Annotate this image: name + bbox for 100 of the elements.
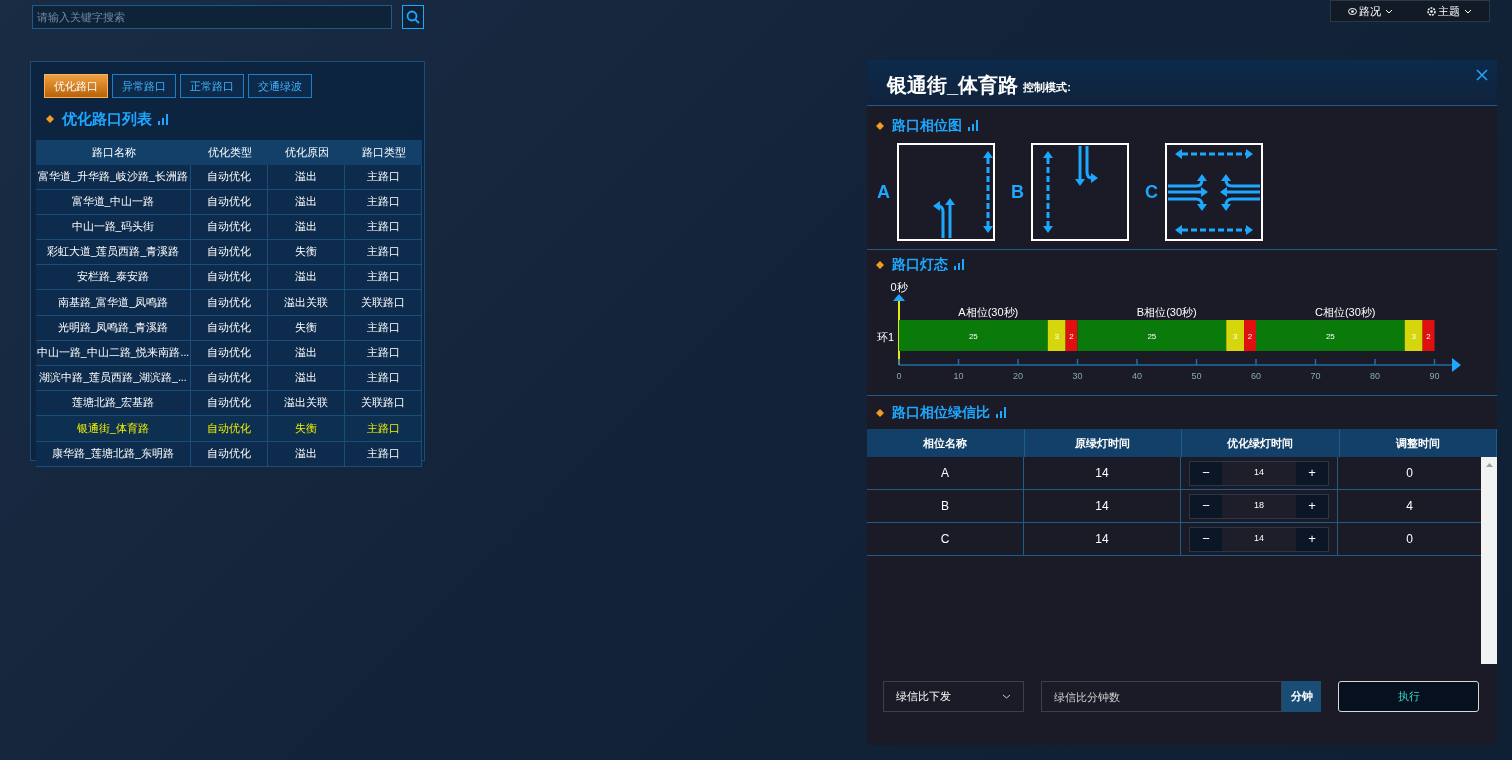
- segment-label: 2: [1069, 332, 1074, 341]
- stepper-value: 14: [1253, 532, 1265, 546]
- table-cell: 主路口: [345, 366, 422, 391]
- table-cell: 自动优化: [191, 290, 268, 315]
- increment-button[interactable]: +: [1296, 527, 1328, 551]
- number-stepper[interactable]: − 14 +: [1189, 460, 1329, 486]
- table-row[interactable]: 富华道_升华路_岐沙路_长洲路 自动优化 溢出 主路口: [36, 164, 422, 190]
- section-title: 优化路口列表: [62, 109, 152, 129]
- table-row[interactable]: 湖滨中路_莲员西路_湖滨路_... 自动优化 溢出 主路口: [36, 366, 422, 392]
- table-cell: 主路口: [345, 164, 422, 189]
- table-cell: 溢出关联: [268, 391, 345, 416]
- table-row[interactable]: 光明路_凤鸣路_青溪路 自动优化 失衡 主路口: [36, 315, 422, 341]
- table-cell: 自动优化: [191, 315, 268, 340]
- column-header: 原绿灯时间: [1024, 429, 1182, 457]
- table-cell: 14: [1024, 490, 1181, 522]
- table-cell: 失衡: [268, 240, 345, 265]
- column-header: 路口类型: [360, 144, 407, 160]
- tab[interactable]: 交通绿波: [248, 74, 312, 98]
- decrement-button[interactable]: −: [1190, 461, 1222, 485]
- table-cell: 溢出: [268, 441, 345, 466]
- segment-label: 25: [968, 332, 978, 341]
- column-header: 优化原因: [283, 144, 330, 160]
- table-row[interactable]: 银通街_体育路 自动优化 失衡 主路口: [36, 416, 422, 442]
- increment-button[interactable]: +: [1296, 461, 1328, 485]
- chart-annotation: B相位(30秒): [1136, 306, 1197, 318]
- tick-label: 80: [1370, 371, 1380, 381]
- table-cell: 主路口: [345, 315, 422, 340]
- tick-label: 60: [1251, 371, 1261, 381]
- table-cell: 安栏路_泰安路: [36, 265, 191, 290]
- table-row[interactable]: 南基路_富华道_凤鸣路 自动优化 溢出关联 关联路口: [36, 290, 422, 316]
- decrement-button[interactable]: −: [1190, 494, 1222, 518]
- scrollbar[interactable]: [1481, 457, 1497, 664]
- table-row[interactable]: 中山一路_码头街 自动优化 溢出 主路口: [36, 214, 422, 241]
- segment-label: 3: [1054, 332, 1059, 341]
- column-header: 路口名称: [90, 144, 137, 160]
- table-row[interactable]: 彩虹大道_莲员西路_青溪路 自动优化 失衡 主路口: [36, 240, 422, 266]
- number-stepper[interactable]: − 18 +: [1189, 493, 1329, 519]
- search-button[interactable]: [402, 5, 424, 29]
- table-cell: 自动优化: [191, 214, 268, 240]
- tab[interactable]: 异常路口: [112, 74, 176, 98]
- table-cell: 关联路口: [345, 391, 422, 416]
- panel-title: 银通街_体育路: [887, 75, 1019, 95]
- tick-label: 0: [896, 371, 902, 381]
- table-cell: 自动优化: [191, 366, 268, 391]
- diamond-icon: [876, 121, 884, 130]
- dropdown-select[interactable]: 绿信比下发: [883, 681, 1024, 712]
- stepper-value: 18: [1253, 499, 1265, 513]
- table-row[interactable]: 康华路_莲塘北路_东明路 自动优化 溢出 主路口: [36, 441, 422, 467]
- decrement-button[interactable]: −: [1190, 527, 1222, 551]
- table-row[interactable]: 安栏路_泰安路 自动优化 溢出 主路口: [36, 265, 422, 291]
- column-header: 优化类型: [206, 144, 253, 160]
- increment-button[interactable]: +: [1296, 494, 1328, 518]
- table-cell: 富华道_中山一路: [36, 189, 191, 214]
- table-cell: 主路口: [345, 441, 422, 466]
- segment-label: 25: [1147, 332, 1157, 341]
- execute-button[interactable]: 执行: [1338, 681, 1479, 712]
- table-cell: 自动优化: [191, 164, 268, 189]
- table-cell: 自动优化: [191, 265, 268, 290]
- table-row[interactable]: 中山一路_中山二路_悦来南路... 自动优化 溢出 主路口: [36, 340, 422, 366]
- menu-dropdown[interactable]: 主题: [1427, 2, 1472, 20]
- table-row[interactable]: 富华道_中山一路 自动优化 溢出 主路口: [36, 189, 422, 215]
- table-cell: 富华道_升华路_岐沙路_长洲路: [36, 164, 191, 189]
- number-stepper[interactable]: − 14 +: [1189, 526, 1329, 552]
- table-cell: 光明路_凤鸣路_青溪路: [36, 315, 191, 340]
- caret-icon: [1002, 694, 1011, 699]
- close-icon: [1476, 69, 1488, 81]
- table-cell: 失衡: [268, 315, 345, 340]
- menu-dropdown[interactable]: 路况: [1348, 2, 1393, 20]
- table-cell: 溢出关联: [268, 290, 345, 315]
- table-cell: 自动优化: [191, 391, 268, 416]
- table-row[interactable]: 莲塘北路_宏基路 自动优化 溢出关联 关联路口: [36, 391, 422, 417]
- table-cell: 主路口: [345, 189, 422, 214]
- close-button[interactable]: [1475, 68, 1489, 82]
- tick-label: 20: [1013, 371, 1023, 381]
- search-field[interactable]: 请输入关键字搜索: [32, 5, 392, 29]
- table-cell: 14: [1024, 457, 1181, 489]
- table-cell: 自动优化: [191, 189, 268, 214]
- tab[interactable]: 正常路口: [180, 74, 244, 98]
- table-cell: 中山一路_中山二路_悦来南路...: [36, 340, 191, 365]
- bar-chart-icon: [996, 407, 1007, 418]
- eye-icon: [1348, 7, 1357, 15]
- segment-label: 25: [1325, 332, 1335, 341]
- table-cell: 中山一路_码头街: [36, 214, 191, 240]
- table-cell: 银通街_体育路: [36, 416, 191, 441]
- segment-label: 3: [1232, 332, 1238, 341]
- section-title: 路口相位绿信比: [892, 403, 990, 422]
- table-cell: 莲塘北路_宏基路: [36, 391, 191, 416]
- section-title: 路口灯态: [892, 255, 948, 274]
- diamond-icon: [876, 260, 884, 269]
- scroll-up-icon: [1485, 463, 1493, 467]
- table-cell: 自动优化: [191, 416, 268, 441]
- minutes-field[interactable]: 绿信比分钟数: [1041, 681, 1282, 712]
- table-cell: 溢出: [268, 265, 345, 290]
- table-cell: 主路口: [345, 416, 422, 441]
- table-cell: 溢出: [268, 214, 345, 240]
- table-cell: 溢出: [268, 164, 345, 189]
- settings-icon: [1427, 6, 1436, 16]
- table-cell-text: 0: [1405, 531, 1414, 548]
- chart-annotation: A相位(30秒): [958, 306, 1019, 318]
- tick-label: 30: [1072, 371, 1083, 381]
